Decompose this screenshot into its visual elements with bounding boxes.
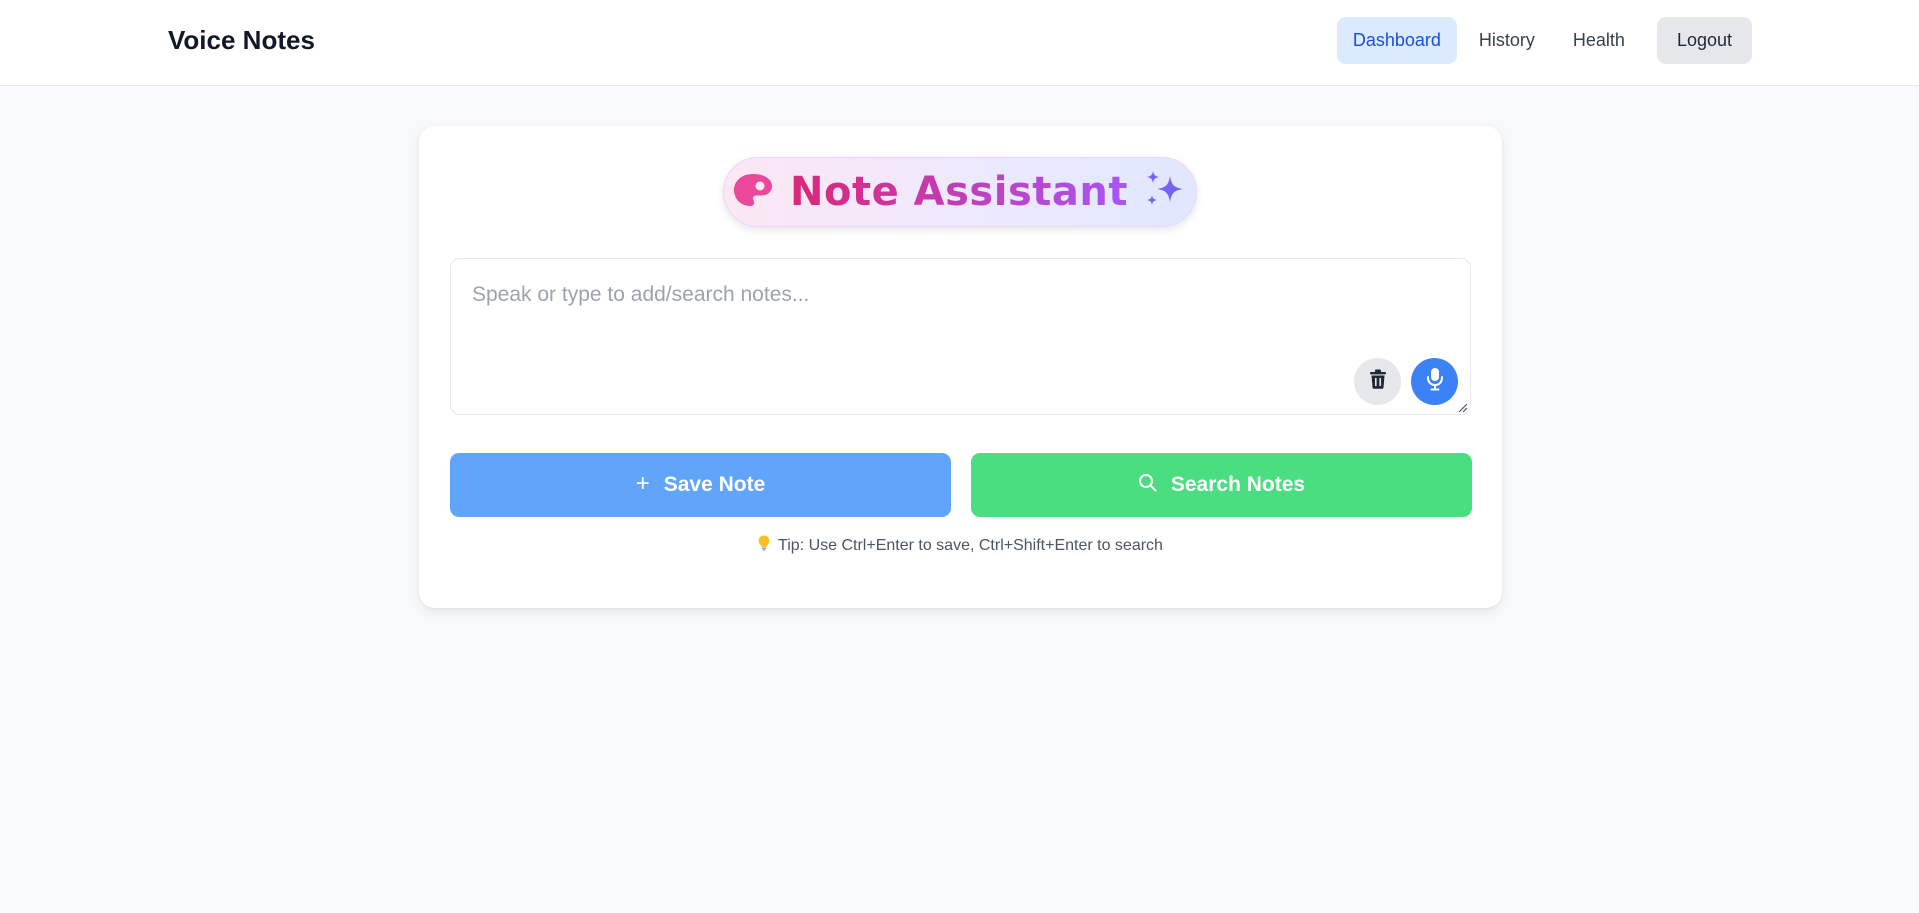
microphone-button[interactable] — [1411, 358, 1458, 405]
save-note-button[interactable]: + Save Note — [450, 453, 951, 517]
search-notes-label: Search Notes — [1170, 473, 1306, 496]
microphone-icon — [1426, 367, 1444, 396]
note-assistant-card: Note Assistant Speak or type to add/sear… — [419, 126, 1502, 608]
note-input[interactable] — [451, 259, 1470, 414]
search-notes-button[interactable]: Search Notes — [971, 453, 1472, 517]
nav-links: Dashboard History Health Logout — [1336, 17, 1752, 64]
nav-history[interactable]: History — [1463, 17, 1551, 64]
nav-dashboard[interactable]: Dashboard — [1336, 17, 1457, 64]
assistant-header: Note Assistant — [723, 157, 1197, 227]
lightbulb-icon — [758, 535, 770, 556]
assistant-title: Note Assistant — [790, 169, 1128, 215]
note-input-container — [450, 258, 1471, 415]
sparkles-icon — [1144, 170, 1188, 215]
top-navbar: Voice Notes Dashboard History Health Log… — [0, 0, 1919, 86]
app-title: Voice Notes — [168, 25, 315, 55]
search-icon — [1138, 473, 1157, 498]
resize-handle[interactable] — [1456, 400, 1468, 413]
tip-text: Tip: Use Ctrl+Enter to save, Ctrl+Shift+… — [778, 536, 1163, 554]
clear-button[interactable] — [1354, 358, 1401, 405]
save-note-label: Save Note — [663, 473, 766, 496]
trash-icon — [1369, 369, 1387, 394]
palette-icon — [732, 172, 774, 213]
logout-button[interactable]: Logout — [1656, 17, 1752, 64]
nav-health[interactable]: Health — [1557, 17, 1641, 64]
keyboard-tip: Tip: Use Ctrl+Enter to save, Ctrl+Shift+… — [419, 535, 1502, 556]
plus-icon: + — [635, 469, 650, 497]
